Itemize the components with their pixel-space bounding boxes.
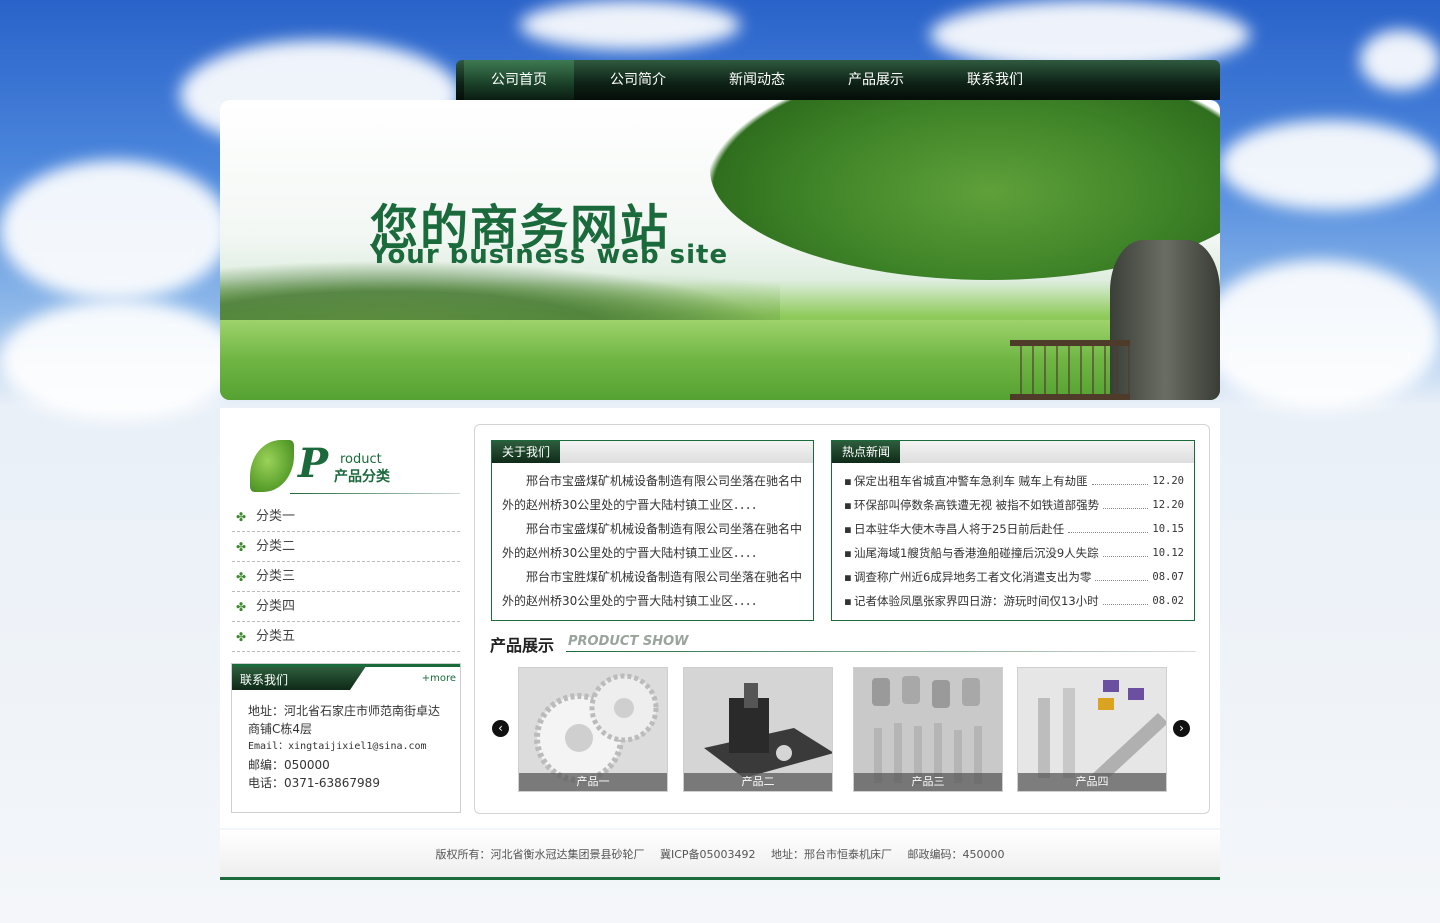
about-box: 关于我们 邢台市宝盛煤矿机械设备制造有限公司坐落在驰名中外的赵州桥30公里处的宁… <box>491 440 814 621</box>
cloud <box>0 160 230 300</box>
main-nav: 公司首页 公司简介 新闻动态 产品展示 联系我们 <box>456 60 1220 100</box>
news-date: 12.20 <box>1152 475 1184 487</box>
carousel-prev-button[interactable]: ‹ <box>492 720 509 737</box>
nav-news[interactable]: 新闻动态 <box>702 60 812 100</box>
news-text: 汕尾海域1艘货船与香港渔船碰撞后沉没9人失踪 <box>854 546 1099 560</box>
nav-home[interactable]: 公司首页 <box>464 60 574 100</box>
product-letter: P <box>298 440 329 487</box>
product-caption: 产品四 <box>1018 773 1166 791</box>
cloud <box>1360 30 1440 90</box>
contact-email: Email：xingtaijixiel1@sina.com <box>248 741 427 752</box>
category-label: 分类四 <box>256 599 296 614</box>
clover-icon: ✤ <box>236 630 247 644</box>
about-header: 关于我们 <box>492 441 813 463</box>
about-title: 关于我们 <box>492 441 561 463</box>
about-paragraph: 邢台市宝盛煤矿机械设备制造有限公司坐落在驰名中外的赵州桥30公里处的宁晋大陆村镇… <box>502 522 803 560</box>
products-divider <box>566 651 1196 652</box>
category-item[interactable]: ✤ 分类三 <box>232 562 460 592</box>
product-category-heading: P roduct 产品分类 <box>250 440 460 496</box>
news-header: 热点新闻 <box>832 441 1194 463</box>
nav-products[interactable]: 产品展示 <box>821 60 931 100</box>
product-heading-en: roduct <box>340 452 382 467</box>
clover-icon: ✤ <box>236 540 247 554</box>
category-item[interactable]: ✤ 分类二 <box>232 532 460 562</box>
news-item[interactable]: ▪ 日本驻华大使木寺昌人将于25日前后赴任 10.15 <box>844 517 1184 541</box>
category-label: 分类三 <box>256 569 296 584</box>
footer-copyright: 版权所有：河北省衡水冠达集团景县砂轮厂 <box>435 848 645 861</box>
product-heading-cn: 产品分类 <box>334 469 390 485</box>
about-paragraph: 邢台市宝胜煤矿机械设备制造有限公司坐落在驰名中外的赵州桥30公里处的宁晋大陆村镇… <box>502 570 803 608</box>
products-title-en: PRODUCT SHOW <box>568 634 689 649</box>
clover-icon: ✤ <box>236 600 247 614</box>
contact-title: 联系我们 <box>240 673 289 687</box>
category-list: ✤ 分类一 ✤ 分类二 ✤ 分类三 ✤ 分类四 ✤ 分类五 <box>232 502 460 652</box>
news-box: 热点新闻 ▪ 保定出租车省城直冲警车急刹车 贼车上有劫匪 12.20 ▪ 环保部叫停数… <box>831 440 1195 621</box>
footer: 版权所有：河北省衡水冠达集团景县砂轮厂 冀ICP备05003492 地址：邢台市… <box>220 830 1220 880</box>
heading-divider <box>290 493 460 494</box>
cloud <box>1220 120 1440 210</box>
contact-header: 联系我们 +more <box>232 664 460 690</box>
banner-subtitle: Your business web site <box>370 240 729 270</box>
nav-contact[interactable]: 联系我们 <box>940 60 1050 100</box>
footer-icp: 冀ICP备05003492 <box>659 848 756 861</box>
footer-address: 地址：邢台市恒泰机床厂 <box>771 848 893 861</box>
cloud <box>1200 260 1440 410</box>
product-caption: 产品一 <box>519 773 667 791</box>
news-text: 保定出租车省城直冲警车急刹车 贼车上有劫匪 <box>854 474 1088 488</box>
cloud <box>0 300 240 420</box>
news-text: 记者体验凤凰张家界四日游：游玩时间仅13小时 <box>854 594 1099 608</box>
contact-box: 联系我们 +more 地址：河北省石家庄市师范南街卓达商铺C栋4层 Email：… <box>231 663 461 813</box>
clover-icon: ✤ <box>236 510 247 524</box>
news-text: 调查称广州近6成异地务工者文化消遣支出为零 <box>854 570 1092 584</box>
cloud <box>520 0 740 50</box>
chevron-right-icon: › <box>1179 721 1184 735</box>
news-date: 10.12 <box>1152 547 1184 559</box>
news-list: ▪ 保定出租车省城直冲警车急刹车 贼车上有劫匪 12.20 ▪ 环保部叫停数条高铁遭无… <box>832 463 1194 613</box>
clover-icon: ✤ <box>236 570 247 584</box>
category-label: 分类二 <box>256 539 296 554</box>
category-label: 分类五 <box>256 629 296 644</box>
contact-body: 地址：河北省石家庄市师范南街卓达商铺C栋4层 Email：xingtaijixi… <box>232 690 460 792</box>
product-card[interactable]: 产品二 <box>683 667 833 792</box>
category-item[interactable]: ✤ 分类五 <box>232 622 460 652</box>
news-date: 08.02 <box>1152 595 1184 607</box>
news-item[interactable]: ▪ 调查称广州近6成异地务工者文化消遣支出为零 08.07 <box>844 565 1184 589</box>
news-item[interactable]: ▪ 保定出租车省城直冲警车急刹车 贼车上有劫匪 12.20 <box>844 469 1184 493</box>
category-item[interactable]: ✤ 分类四 <box>232 592 460 622</box>
news-date: 12.20 <box>1152 499 1184 511</box>
contact-more-link[interactable]: +more <box>350 667 460 690</box>
carousel-next-button[interactable]: › <box>1173 720 1190 737</box>
category-item[interactable]: ✤ 分类一 <box>232 502 460 532</box>
news-text: 日本驻华大使木寺昌人将于25日前后赴任 <box>854 522 1065 536</box>
banner-bench <box>1010 340 1130 400</box>
news-date: 10.15 <box>1152 523 1184 535</box>
contact-phone: 电话：0371-63867989 <box>248 776 380 790</box>
hero-banner: 您的商务网站 Your business web site <box>220 100 1220 400</box>
news-item[interactable]: ▪ 环保部叫停数条高铁遭无视 被指不如铁道部强势 12.20 <box>844 493 1184 517</box>
news-title: 热点新闻 <box>832 441 901 463</box>
news-item[interactable]: ▪ 汕尾海域1艘货船与香港渔船碰撞后沉没9人失踪 10.12 <box>844 541 1184 565</box>
nav-about[interactable]: 公司简介 <box>583 60 693 100</box>
news-date: 08.07 <box>1152 571 1184 583</box>
leaf-icon <box>250 440 294 492</box>
product-card[interactable]: 产品四 <box>1017 667 1167 792</box>
chevron-left-icon: ‹ <box>498 721 503 735</box>
product-card[interactable]: 产品三 <box>853 667 1003 792</box>
about-paragraph: 邢台市宝盛煤矿机械设备制造有限公司坐落在驰名中外的赵州桥30公里处的宁晋大陆村镇… <box>502 474 803 512</box>
news-text: 环保部叫停数条高铁遭无视 被指不如铁道部强势 <box>854 498 1100 512</box>
news-item[interactable]: ▪ 记者体验凤凰张家界四日游：游玩时间仅13小时 08.02 <box>844 589 1184 613</box>
product-caption: 产品二 <box>684 773 832 791</box>
contact-postcode: 邮编：050000 <box>248 758 330 772</box>
category-label: 分类一 <box>256 509 296 524</box>
products-title: 产品展示 <box>490 636 555 655</box>
product-caption: 产品三 <box>854 773 1002 791</box>
footer-postcode: 邮政编码：450000 <box>907 848 1005 861</box>
product-card[interactable]: 产品一 <box>518 667 668 792</box>
contact-address: 地址：河北省石家庄市师范南街卓达商铺C栋4层 <box>248 704 441 736</box>
